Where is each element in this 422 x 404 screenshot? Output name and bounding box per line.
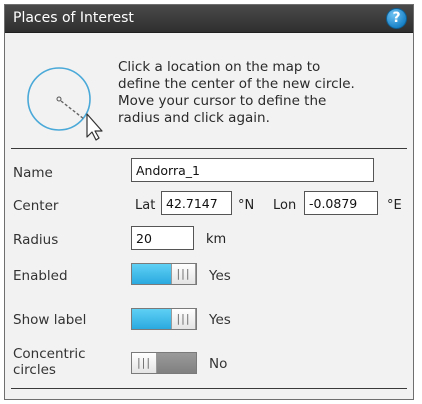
concentric-circles-state: No [209, 356, 228, 372]
show-label-label: Show label [13, 312, 87, 328]
instructions-section: Click a location on the map to define th… [5, 33, 413, 149]
show-label-toggle[interactable]: ||| [131, 308, 197, 330]
places-of-interest-panel: Places of Interest ? Click a location on… [4, 4, 414, 400]
instruction-line: Click a location on the map to [118, 59, 321, 75]
concentric-label-line: circles [13, 362, 56, 378]
center-label: Center [13, 198, 59, 214]
lat-label: Lat [135, 198, 156, 213]
enabled-toggle[interactable]: ||| [131, 263, 197, 285]
toggle-track [132, 309, 172, 329]
panel-title: Places of Interest [13, 10, 134, 26]
enabled-state: Yes [209, 268, 231, 284]
divider-bottom [11, 388, 407, 389]
lon-unit: °E [387, 198, 402, 213]
circle-drawing-cursor-icon [27, 67, 103, 141]
concentric-label-line: Concentric [13, 346, 86, 362]
radius-input[interactable] [131, 226, 194, 250]
enabled-label: Enabled [13, 268, 68, 284]
divider-top [11, 148, 407, 149]
concentric-circles-toggle[interactable]: ||| [131, 352, 197, 374]
instruction-line: define the center of the new circle. [118, 76, 355, 92]
toggle-knob[interactable]: ||| [171, 309, 196, 329]
longitude-input[interactable] [304, 191, 378, 215]
toggle-knob[interactable]: ||| [132, 353, 157, 373]
radius-unit: km [206, 232, 227, 247]
instruction-line: radius and click again. [118, 110, 270, 126]
show-label-state: Yes [209, 312, 231, 328]
name-input[interactable] [131, 158, 374, 182]
name-label: Name [13, 165, 53, 181]
latitude-input[interactable] [161, 191, 232, 215]
radius-label: Radius [13, 232, 59, 248]
lon-label: Lon [273, 198, 297, 213]
lat-unit: °N [238, 198, 255, 213]
instructions-text: Click a location on the map to define th… [118, 59, 408, 127]
toggle-track [132, 264, 172, 284]
panel-title-bar: Places of Interest ? [5, 5, 413, 33]
instruction-line: Move your cursor to define the [118, 93, 327, 109]
toggle-knob[interactable]: ||| [171, 264, 196, 284]
toggle-track [156, 353, 196, 373]
help-icon[interactable]: ? [386, 8, 407, 29]
concentric-circles-label: Concentric circles [13, 346, 86, 378]
